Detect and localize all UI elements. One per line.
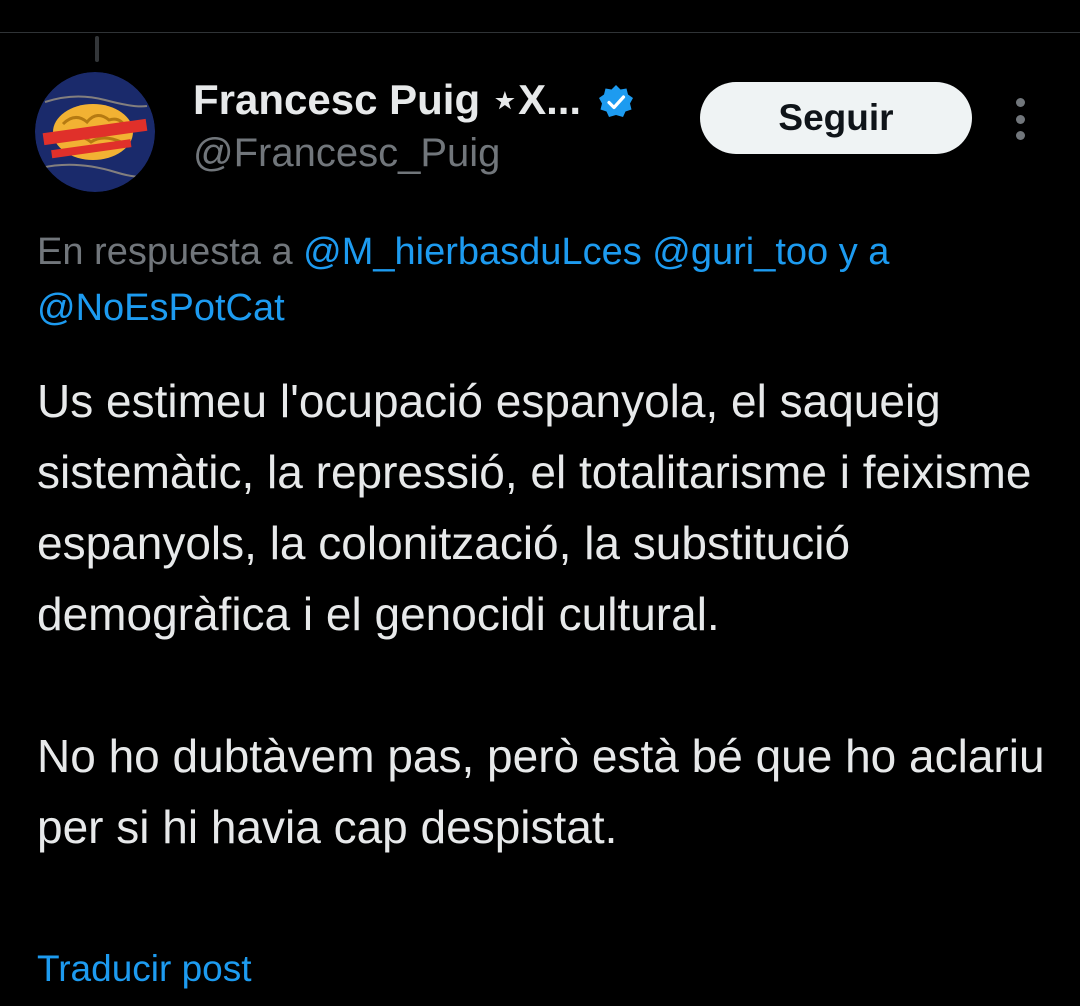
author-handle[interactable]: @Francesc_Puig bbox=[193, 128, 500, 178]
top-divider bbox=[0, 32, 1080, 33]
translate-post-link[interactable]: Traducir post bbox=[37, 944, 252, 994]
tweet-paragraph: No ho dubtàvem pas, però està bé que ho … bbox=[37, 730, 1045, 853]
more-options-icon[interactable] bbox=[1004, 98, 1036, 140]
mention-link[interactable]: @M_hierbasduLces bbox=[303, 231, 642, 273]
brain-avatar-icon[interactable] bbox=[35, 72, 155, 192]
reply-context: En respuesta a @M_hierbasduLces @guri_to… bbox=[37, 224, 1047, 336]
more-dot bbox=[1015, 98, 1025, 107]
follow-button[interactable]: Seguir bbox=[700, 82, 972, 154]
tweet-paragraph: Us estimeu l'ocupació espanyola, el saqu… bbox=[37, 375, 1032, 640]
mention-link[interactable]: @NoEsPotCat bbox=[37, 287, 285, 329]
verified-badge-icon bbox=[598, 84, 634, 120]
author-display-name[interactable]: Francesc Puig ⋆X... bbox=[193, 74, 581, 126]
more-dot bbox=[1015, 131, 1025, 140]
tweet-body: Us estimeu l'ocupació espanyola, el saqu… bbox=[37, 366, 1047, 863]
more-dot bbox=[1015, 114, 1025, 124]
reply-joiner[interactable]: y a bbox=[839, 231, 890, 273]
mention-link[interactable]: @guri_too bbox=[652, 231, 828, 273]
thread-connector-line bbox=[95, 36, 99, 62]
tweet-screen: Francesc Puig ⋆X... @Francesc_Puig Segui… bbox=[0, 0, 1080, 1006]
reply-prefix: En respuesta a bbox=[37, 231, 293, 273]
